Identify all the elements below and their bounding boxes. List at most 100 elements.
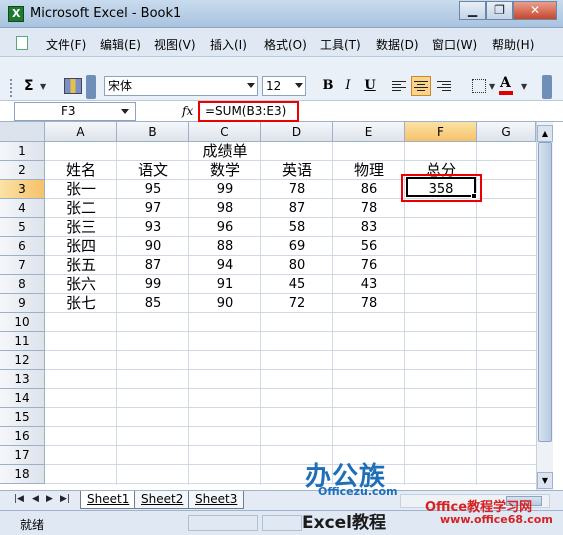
- cell-physics[interactable]: 56: [333, 237, 405, 256]
- autosum-dropdown-icon[interactable]: ▼: [40, 82, 46, 91]
- cell-name[interactable]: 张二: [45, 199, 117, 218]
- cell-name[interactable]: 张一: [45, 180, 117, 199]
- excel-app-icon[interactable]: [8, 6, 24, 22]
- tab-sheet3[interactable]: Sheet3: [188, 491, 245, 509]
- cell-b2-header[interactable]: 语文: [117, 161, 189, 180]
- tab-sheet2[interactable]: Sheet2: [134, 491, 191, 509]
- cell-math[interactable]: 99: [189, 180, 261, 199]
- column-header-e[interactable]: E: [333, 122, 405, 142]
- minimize-button[interactable]: ▁: [459, 1, 486, 20]
- cell-physics[interactable]: 78: [333, 294, 405, 313]
- menu-data[interactable]: 数据(D): [376, 36, 419, 53]
- name-box[interactable]: F3: [14, 102, 136, 121]
- align-center-button[interactable]: [411, 76, 431, 96]
- cell-chinese[interactable]: 95: [117, 180, 189, 199]
- menu-format[interactable]: 格式(O): [264, 36, 307, 53]
- align-right-icon[interactable]: [437, 81, 451, 92]
- cell-math[interactable]: 96: [189, 218, 261, 237]
- row-header-2[interactable]: 2: [0, 161, 45, 180]
- restore-button[interactable]: ❐: [486, 1, 513, 20]
- cell-chinese[interactable]: 87: [117, 256, 189, 275]
- row-header-7[interactable]: 7: [0, 256, 45, 275]
- toolbar-overflow-icon[interactable]: [86, 75, 96, 99]
- last-sheet-icon[interactable]: ▶|: [60, 494, 70, 504]
- vertical-scroll-thumb[interactable]: [538, 142, 552, 442]
- row-header-12[interactable]: 12: [0, 351, 45, 370]
- column-header-b[interactable]: B: [117, 122, 189, 142]
- menu-insert[interactable]: 插入(I): [210, 36, 247, 53]
- cell-math[interactable]: 90: [189, 294, 261, 313]
- cell-physics[interactable]: 78: [333, 199, 405, 218]
- column-header-c[interactable]: C: [189, 122, 261, 142]
- cell-e2-header[interactable]: 物理: [333, 161, 405, 180]
- cell-chinese[interactable]: 85: [117, 294, 189, 313]
- cell-name[interactable]: 张六: [45, 275, 117, 294]
- borders-icon[interactable]: [472, 79, 486, 93]
- toolbar-overflow-icon[interactable]: [542, 75, 552, 99]
- row-header-10[interactable]: 10: [0, 313, 45, 332]
- cell-english[interactable]: 72: [261, 294, 333, 313]
- italic-button[interactable]: I: [338, 76, 358, 96]
- first-sheet-icon[interactable]: |◀: [14, 494, 24, 504]
- cell-math[interactable]: 88: [189, 237, 261, 256]
- vertical-scrollbar[interactable]: ▲ ▼: [536, 122, 553, 490]
- menu-view[interactable]: 视图(V): [154, 36, 196, 53]
- cell-english[interactable]: 45: [261, 275, 333, 294]
- formula-input[interactable]: =SUM(B3:E3): [198, 101, 299, 122]
- cell-d2-header[interactable]: 英语: [261, 161, 333, 180]
- row-header-11[interactable]: 11: [0, 332, 45, 351]
- cell-name[interactable]: 张五: [45, 256, 117, 275]
- cell-chinese[interactable]: 97: [117, 199, 189, 218]
- cell-name[interactable]: 张三: [45, 218, 117, 237]
- row-header-6[interactable]: 6: [0, 237, 45, 256]
- close-button[interactable]: ✕: [513, 1, 557, 20]
- row-header-17[interactable]: 17: [0, 446, 45, 465]
- font-color-button[interactable]: A: [500, 75, 511, 91]
- row-header-18[interactable]: 18: [0, 465, 45, 484]
- column-header-d[interactable]: D: [261, 122, 333, 142]
- cell-c1-title[interactable]: 成绩单: [189, 142, 261, 161]
- cell-english[interactable]: 78: [261, 180, 333, 199]
- cell-english[interactable]: 58: [261, 218, 333, 237]
- insert-function-icon[interactable]: fx: [182, 104, 193, 118]
- cell-c2-header[interactable]: 数学: [189, 161, 261, 180]
- menu-file[interactable]: 文件(F): [46, 36, 86, 53]
- column-header-a[interactable]: A: [45, 122, 117, 142]
- row-header-1[interactable]: 1: [0, 142, 45, 161]
- next-sheet-icon[interactable]: ▶: [46, 494, 53, 504]
- font-size-select[interactable]: 12: [262, 76, 306, 96]
- cell-english[interactable]: 69: [261, 237, 333, 256]
- font-color-dropdown-icon[interactable]: ▼: [521, 82, 527, 91]
- row-header-4[interactable]: 4: [0, 199, 45, 218]
- row-header-13[interactable]: 13: [0, 370, 45, 389]
- scroll-up-icon[interactable]: ▲: [537, 125, 553, 142]
- cell-physics[interactable]: 43: [333, 275, 405, 294]
- row-header-3[interactable]: 3: [0, 180, 45, 199]
- chart-wizard-icon[interactable]: [64, 78, 82, 94]
- underline-button[interactable]: U: [360, 76, 380, 96]
- cell-chinese[interactable]: 93: [117, 218, 189, 237]
- bold-button[interactable]: B: [318, 76, 338, 96]
- row-header-15[interactable]: 15: [0, 408, 45, 427]
- cell-physics[interactable]: 83: [333, 218, 405, 237]
- row-header-16[interactable]: 16: [0, 427, 45, 446]
- cell-a2-header[interactable]: 姓名: [45, 161, 117, 180]
- cell-math[interactable]: 98: [189, 199, 261, 218]
- menu-window[interactable]: 窗口(W): [432, 36, 477, 53]
- workbook-icon[interactable]: [16, 36, 28, 50]
- cell-chinese[interactable]: 99: [117, 275, 189, 294]
- toolbar-grip[interactable]: [10, 79, 13, 97]
- prev-sheet-icon[interactable]: ◀: [32, 494, 39, 504]
- scroll-down-icon[interactable]: ▼: [537, 472, 553, 489]
- font-name-select[interactable]: 宋体: [104, 76, 258, 96]
- cell-math[interactable]: 91: [189, 275, 261, 294]
- align-left-icon[interactable]: [392, 81, 406, 92]
- cell-name[interactable]: 张四: [45, 237, 117, 256]
- row-header-9[interactable]: 9: [0, 294, 45, 313]
- menu-edit[interactable]: 编辑(E): [100, 36, 141, 53]
- column-header-g[interactable]: G: [477, 122, 536, 142]
- select-all-corner[interactable]: [0, 122, 45, 142]
- menu-help[interactable]: 帮助(H): [492, 36, 534, 53]
- column-header-f[interactable]: F: [405, 122, 477, 142]
- cell-english[interactable]: 80: [261, 256, 333, 275]
